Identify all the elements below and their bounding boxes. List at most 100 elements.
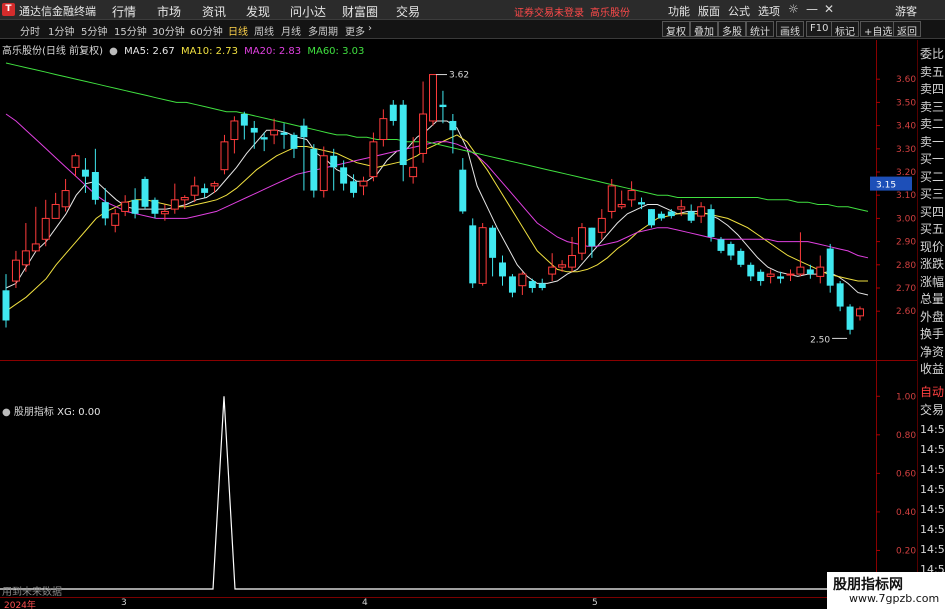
app-title: 通达信金融终端 [19, 5, 96, 18]
candle-body-up [597, 217, 606, 233]
skin-icon[interactable]: ☼ [788, 2, 799, 16]
tab-5min[interactable]: 5分钟 [81, 23, 107, 38]
menu-item-wealth[interactable]: 财富圈 [342, 3, 378, 20]
candle-body-up [677, 206, 686, 210]
adjust-button[interactable]: 复权 [662, 21, 690, 38]
close-icon[interactable]: ✕ [824, 2, 834, 16]
minimize-icon[interactable]: — [806, 2, 818, 16]
candle-body-down [717, 239, 725, 251]
tick-time: 14:56 [920, 503, 945, 516]
tab-monthly[interactable]: 月线 [281, 23, 301, 38]
candle-body-up [856, 308, 864, 317]
chart-area[interactable]: 3.60 3.50 3.40 3.30 3.20 3.10 3.00 2.90 2.80 2.70… [0, 40, 917, 598]
candle-body-down [300, 125, 308, 138]
candle-body-down [737, 250, 745, 265]
candle-body-down [310, 148, 318, 191]
date-tick-apr: 4 [362, 598, 368, 608]
candle-body-down [707, 209, 715, 237]
y-tick-label: 3.30 [896, 145, 916, 155]
tick-time: 14:56 [920, 483, 945, 496]
quote-field-label: 收益 [920, 362, 945, 376]
menu-formula[interactable]: 公式 [728, 3, 750, 19]
candle-body-up [409, 166, 418, 178]
candle-body-down [151, 199, 159, 214]
main-chart-title: 高乐股份(日线 前复权) [2, 46, 103, 57]
candle-body-down [240, 114, 248, 126]
f10-button[interactable]: F10 [806, 21, 833, 37]
future-data-note: 用到未来数据 [2, 587, 62, 598]
menu-item-news[interactable]: 资讯 [202, 3, 226, 20]
main-chart-header: 高乐股份(日线 前复权) ● MA5: 2.67 MA10: 2.73 MA20… [2, 42, 367, 57]
sub-indicator-toggle-icon[interactable]: ● [2, 407, 11, 418]
tab-30min[interactable]: 30分钟 [152, 23, 185, 38]
candle-body-up [568, 255, 576, 268]
tick-time: 14:56 [920, 543, 945, 556]
candle-body-down [399, 104, 407, 166]
candle-body-up [319, 155, 328, 192]
candle-body-up [617, 203, 626, 208]
candle-body-up [577, 227, 586, 254]
menu-layout[interactable]: 版面 [698, 3, 720, 19]
app-logo-icon: T [2, 3, 15, 16]
candle-body-up [766, 273, 775, 277]
mark-button[interactable]: 标记 [831, 21, 859, 38]
indicator-layer: 1.00 0.80 0.60 0.40 0.20 [0, 392, 916, 590]
y-tick-label: 3.10 [896, 191, 916, 201]
candle-body-down [131, 199, 139, 214]
quote-field-label: 买四 [920, 204, 945, 219]
add-favorite-button[interactable]: +自选 [860, 21, 897, 38]
tab-more[interactable]: 更多 [345, 23, 365, 38]
auto-tab[interactable]: 自动 [920, 383, 944, 400]
tab-weekly[interactable]: 周线 [254, 23, 274, 38]
candle-body-down [280, 132, 288, 135]
candle-body-down [499, 262, 506, 277]
candle-body-up [61, 190, 70, 208]
tab-60min[interactable]: 60分钟 [190, 23, 223, 38]
menu-function[interactable]: 功能 [668, 3, 690, 19]
candle-body-down [528, 281, 536, 288]
quote-field-label: 涨跌 [920, 257, 945, 271]
menu-item-discover[interactable]: 发现 [246, 3, 270, 20]
menu-item-quotes[interactable]: 行情 [112, 3, 136, 20]
candle-body-up [429, 74, 437, 122]
trade-tab[interactable]: 交易 [920, 401, 944, 418]
candle-body-up [111, 213, 120, 226]
trade-login-warning[interactable]: 证券交易未登录 [514, 4, 584, 19]
quote-field-label: 换手 [920, 327, 945, 341]
y-tick-label: 3.00 [896, 214, 916, 224]
candle-body-up [478, 227, 487, 284]
tab-multi-period[interactable]: 多周期 [308, 23, 338, 38]
grid-layer [0, 40, 917, 598]
y-tick-label: 2.70 [896, 284, 916, 294]
tab-timeshare[interactable]: 分时 [20, 23, 40, 38]
menu-item-trade[interactable]: 交易 [396, 3, 420, 20]
user-guest[interactable]: 游客 [895, 3, 917, 19]
candle-body-down [250, 127, 258, 133]
candle-body-down [449, 120, 457, 131]
tab-1min[interactable]: 1分钟 [48, 23, 74, 38]
candle-body-down [389, 104, 397, 121]
tab-daily[interactable]: 日线 [228, 23, 248, 38]
indicator-toggle-icon[interactable]: ● [109, 46, 118, 57]
more-chevron-icon[interactable]: › [368, 23, 372, 34]
menu-item-ask[interactable]: 问小达 [290, 3, 326, 20]
overlay-button[interactable]: 叠加 [690, 21, 718, 38]
candle-body-down [330, 155, 338, 168]
quote-field-label: 总量 [920, 292, 945, 306]
back-button[interactable]: 返回 [893, 21, 921, 38]
menu-item-market[interactable]: 市场 [157, 3, 181, 20]
draw-line-button[interactable]: 画线 [776, 21, 804, 38]
menu-options[interactable]: 选项 [758, 3, 780, 19]
candle-body-up [11, 259, 20, 282]
ma-lines-layer [5, 62, 869, 312]
tab-15min[interactable]: 15分钟 [114, 23, 147, 38]
candle-body-up [697, 206, 706, 217]
stats-button[interactable]: 统计 [746, 21, 774, 38]
quote-field-label: 外盘 [920, 309, 945, 324]
y-tick-label: 2.90 [896, 238, 916, 248]
multi-stock-button[interactable]: 多股 [718, 21, 746, 38]
candle-body-down [2, 290, 10, 321]
candle-body-up [627, 190, 636, 201]
candle-body-down [508, 276, 516, 293]
y-tick-label: 3.40 [896, 122, 916, 132]
